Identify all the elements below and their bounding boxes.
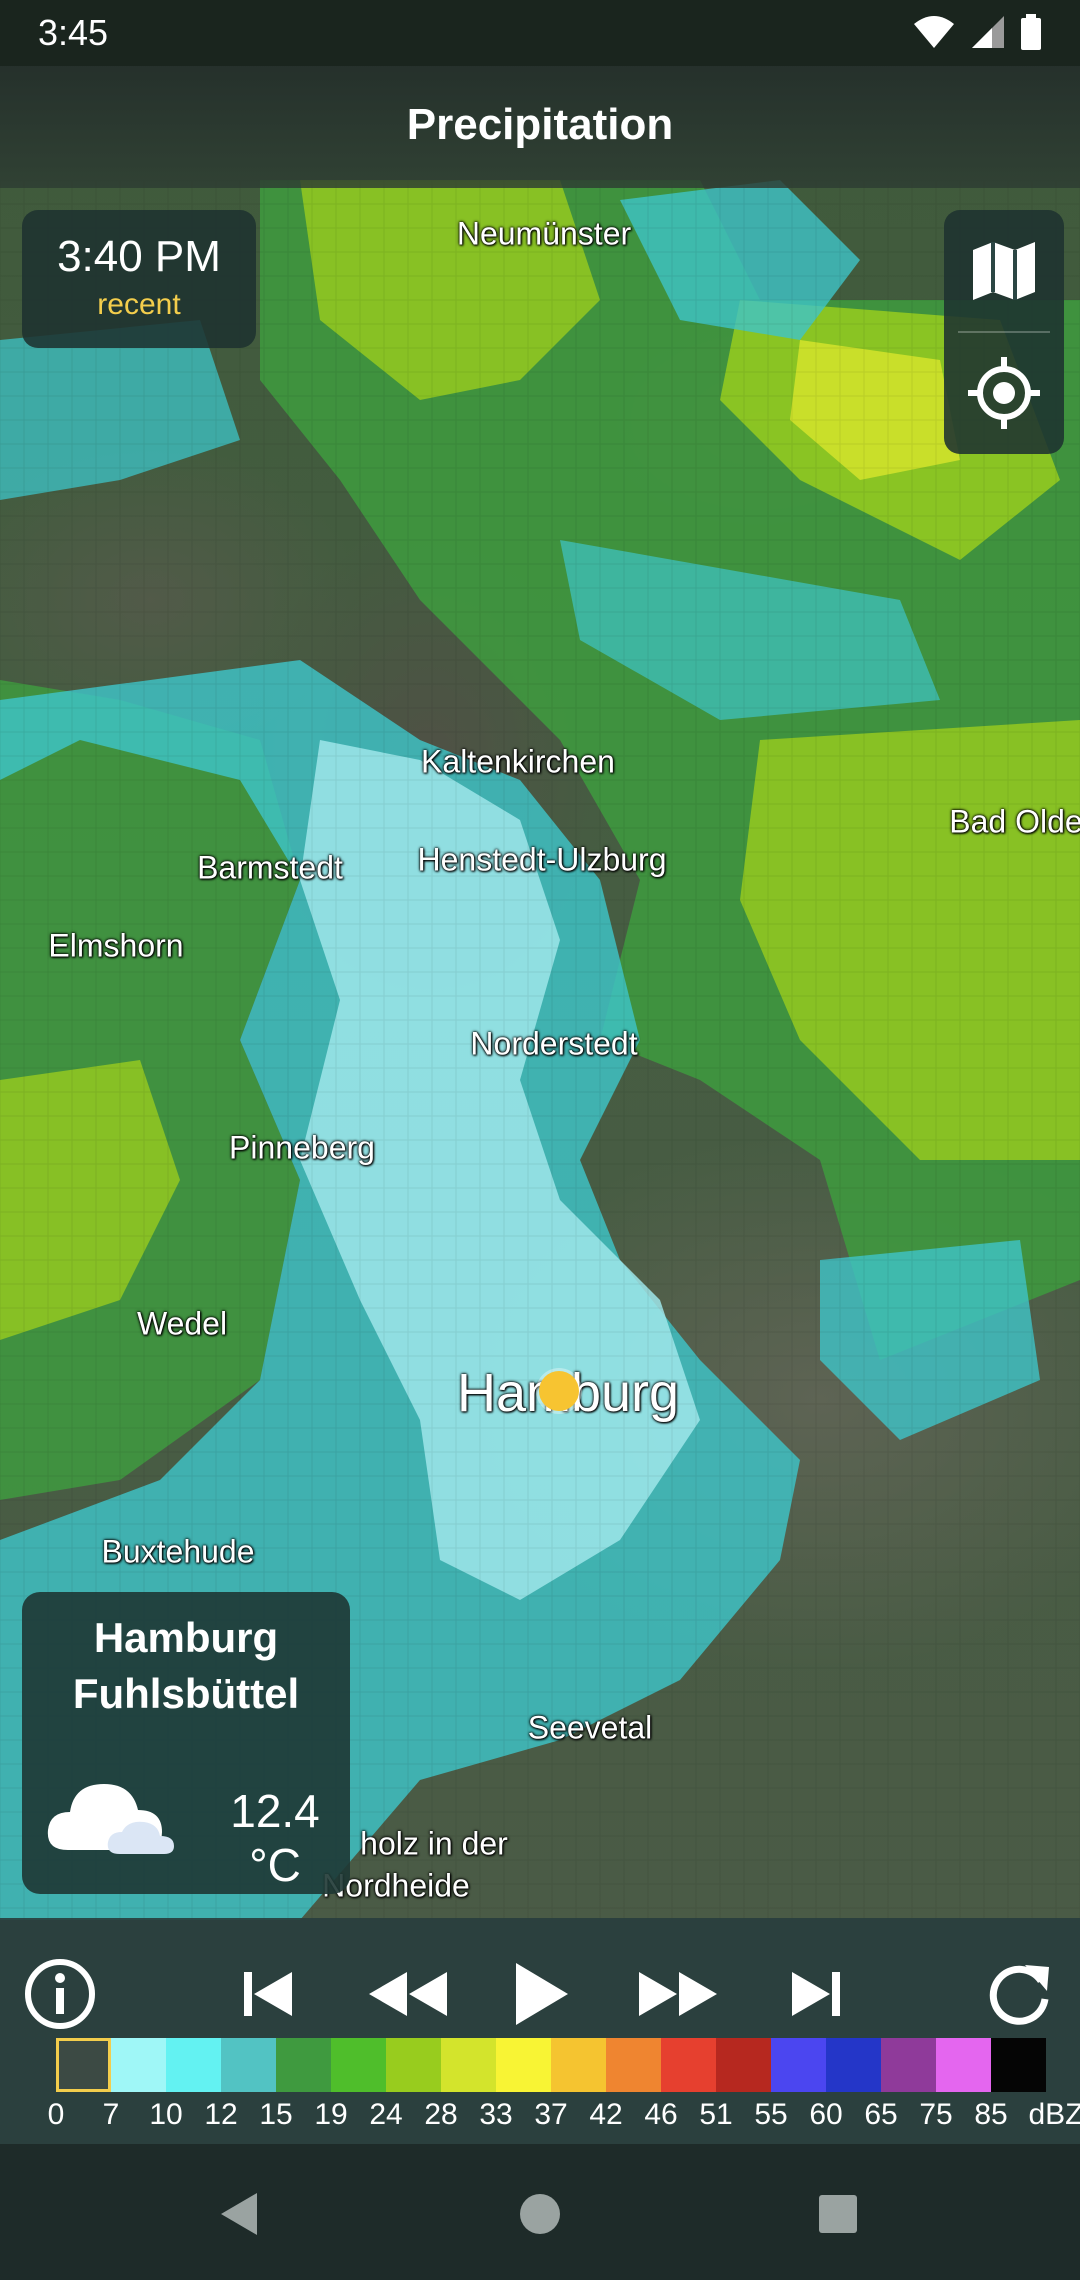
legend-label: 42: [589, 2098, 623, 2131]
legend-label: 15: [259, 2098, 293, 2131]
app-bar: Precipitation: [0, 66, 1080, 188]
station-weather-card[interactable]: Hamburg Fuhlsbüttel 12.4 °C: [22, 1592, 350, 1894]
current-weather: 12.4 °C: [42, 1752, 342, 1891]
map-layers-button[interactable]: [944, 210, 1064, 332]
legend-label: 46: [644, 2098, 678, 2131]
nav-back-button[interactable]: [200, 2174, 280, 2254]
info-button[interactable]: [20, 1948, 100, 2040]
precipitation-legend: [56, 2038, 1046, 2092]
legend-swatch: [716, 2038, 771, 2092]
legend-label: 24: [369, 2098, 403, 2131]
legend-swatch: [331, 2038, 386, 2092]
legend-swatch: [276, 2038, 331, 2092]
skip-first-button[interactable]: [228, 1948, 308, 2040]
station-subname: Fuhlsbüttel: [72, 1670, 300, 1717]
legend-swatch: [56, 2038, 111, 2092]
legend-label: 75: [919, 2098, 953, 2131]
home-circle-icon: [520, 2194, 560, 2234]
wifi-icon: [914, 16, 954, 48]
fast-forward-icon: [639, 1972, 717, 2016]
map-controls: [944, 210, 1064, 454]
legend-label: 12: [204, 2098, 238, 2131]
place-label-seevetal: Seevetal: [527, 1709, 653, 1746]
legend-label: 10: [149, 2098, 183, 2131]
legend-swatch: [881, 2038, 936, 2092]
nav-home-button[interactable]: [500, 2174, 580, 2254]
legend-label: 0: [47, 2098, 65, 2131]
legend-label: 85: [974, 2098, 1008, 2131]
legend-swatch: [441, 2038, 496, 2092]
legend-swatch: [991, 2038, 1046, 2092]
legend-swatch: [221, 2038, 276, 2092]
legend-swatch: [386, 2038, 441, 2092]
legend-swatch: [551, 2038, 606, 2092]
legend-label: 33: [479, 2098, 513, 2131]
location-marker[interactable]: [539, 1371, 579, 1411]
legend-label: 51: [699, 2098, 733, 2131]
status-icons: [912, 14, 1042, 50]
radar-time-status: recent: [97, 288, 181, 321]
cloudy-icon: [47, 1784, 174, 1854]
place-label-pinneberg: Pinneberg: [229, 1129, 375, 1166]
radar-time: 3:40 PM: [57, 232, 221, 281]
skip-last-button[interactable]: [776, 1948, 856, 2040]
place-label-henstedt-ulzburg: Henstedt-Ulzburg: [417, 841, 667, 878]
refresh-icon: [989, 1965, 1049, 2025]
battery-icon: [1021, 14, 1041, 50]
my-location-button[interactable]: [944, 332, 1064, 454]
legend-label: 28: [424, 2098, 458, 2131]
info-icon: [25, 1959, 95, 2029]
legend-swatch: [826, 2038, 881, 2092]
legend-swatch: [661, 2038, 716, 2092]
place-label-buxtehude: Buxtehude: [101, 1533, 255, 1570]
fast-forward-button[interactable]: [628, 1948, 728, 2040]
legend-swatch: [166, 2038, 221, 2092]
temperature-value: 12.4 °C: [230, 1785, 320, 1891]
place-label-wedel: Wedel: [136, 1305, 228, 1342]
my-location-icon: [968, 357, 1040, 429]
status-time: 3:45: [38, 12, 109, 53]
recents-square-icon: [819, 2195, 857, 2233]
rewind-button[interactable]: [358, 1948, 458, 2040]
map-icon: [973, 242, 1035, 300]
legend-label: 60: [809, 2098, 843, 2131]
place-label-bad-oldesloe: Bad Olde: [949, 803, 1080, 840]
back-triangle-icon: [221, 2193, 257, 2235]
skip-last-icon: [792, 1972, 840, 2016]
skip-first-icon: [244, 1972, 292, 2016]
play-icon: [516, 1963, 568, 2025]
legend-swatch: [771, 2038, 826, 2092]
legend-labels: 0 7 10 12 15 19 24 28 33 37 42 46 51 55 60 65 75 85 dBZ: [0, 2098, 1080, 2138]
play-button[interactable]: [494, 1948, 586, 2040]
station-name: Hamburg: [93, 1614, 279, 1661]
rewind-icon: [369, 1972, 447, 2016]
legend-swatch: [606, 2038, 661, 2092]
place-label-buchholz-1: holz in der: [360, 1825, 508, 1862]
legend-label: 37: [534, 2098, 568, 2131]
legend-swatch: [496, 2038, 551, 2092]
legend-label: 55: [754, 2098, 788, 2131]
refresh-button[interactable]: [980, 1948, 1060, 2040]
page-title: Precipitation: [406, 100, 674, 149]
place-label-elmshorn: Elmshorn: [48, 927, 184, 964]
legend-label: 19: [314, 2098, 348, 2131]
status-bar: 3:45: [0, 0, 1080, 66]
place-label-kaltenkirchen: Kaltenkirchen: [421, 743, 615, 780]
legend-label: 65: [864, 2098, 898, 2131]
legend-swatch: [111, 2038, 166, 2092]
place-label-barmstedt: Barmstedt: [197, 849, 343, 886]
radar-time-card: 3:40 PM recent: [22, 210, 256, 348]
legend-unit: dBZ: [1028, 2098, 1080, 2131]
cellular-signal-icon: [972, 16, 1004, 48]
legend-swatch: [936, 2038, 991, 2092]
legend-label: 7: [102, 2098, 120, 2131]
place-label-neumuenster: Neumünster: [456, 215, 632, 252]
place-label-norderstedt: Norderstedt: [470, 1025, 638, 1062]
system-nav-bar: [0, 2144, 1080, 2280]
nav-recents-button[interactable]: [798, 2174, 878, 2254]
radar-player: 0 7 10 12 15 19 24 28 33 37 42 46 51 55 60 65 75 85 dBZ: [0, 1918, 1080, 2144]
